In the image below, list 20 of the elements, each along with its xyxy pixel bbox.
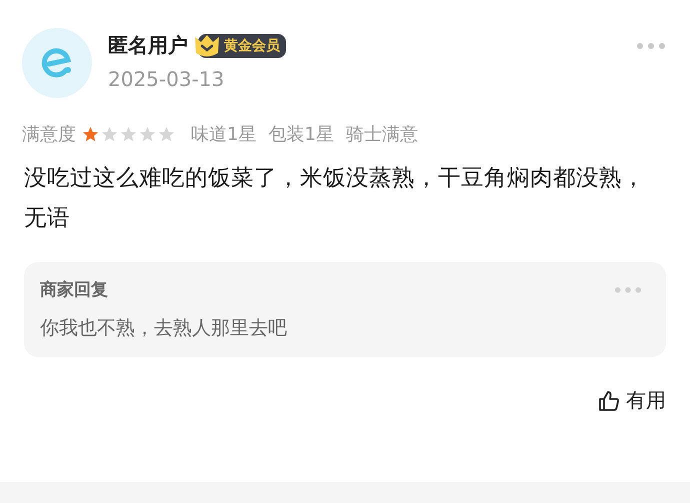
rating-tag: 味道1星 xyxy=(191,122,256,146)
avatar-icon xyxy=(22,28,92,98)
helpful-button[interactable]: 有用 xyxy=(598,387,666,414)
more-icon[interactable] xyxy=(636,42,666,50)
rating-label: 满意度 xyxy=(22,123,76,146)
star-icon xyxy=(82,126,99,142)
review-date: 2025-03-13 xyxy=(108,67,226,91)
star-icon xyxy=(139,126,156,142)
thumbs-up-icon xyxy=(598,390,620,412)
more-icon[interactable] xyxy=(614,286,642,294)
star-icon xyxy=(158,126,175,142)
star-icon xyxy=(101,126,118,142)
rating-tag: 包装1星 xyxy=(268,122,334,146)
member-badge: 黄金会员 xyxy=(198,34,286,58)
review-text: 没吃过这么难吃的饭菜了，米饭没蒸熟，干豆角焖肉都没熟，无语 xyxy=(24,164,646,233)
reply-text: 你我也不熟，去熟人那里去吧 xyxy=(40,316,288,341)
rating-tag: 骑士满意 xyxy=(346,122,418,146)
reply-title: 商家回复 xyxy=(40,279,108,301)
user-name: 匿名用户 xyxy=(108,32,188,59)
star-icon xyxy=(120,126,137,142)
